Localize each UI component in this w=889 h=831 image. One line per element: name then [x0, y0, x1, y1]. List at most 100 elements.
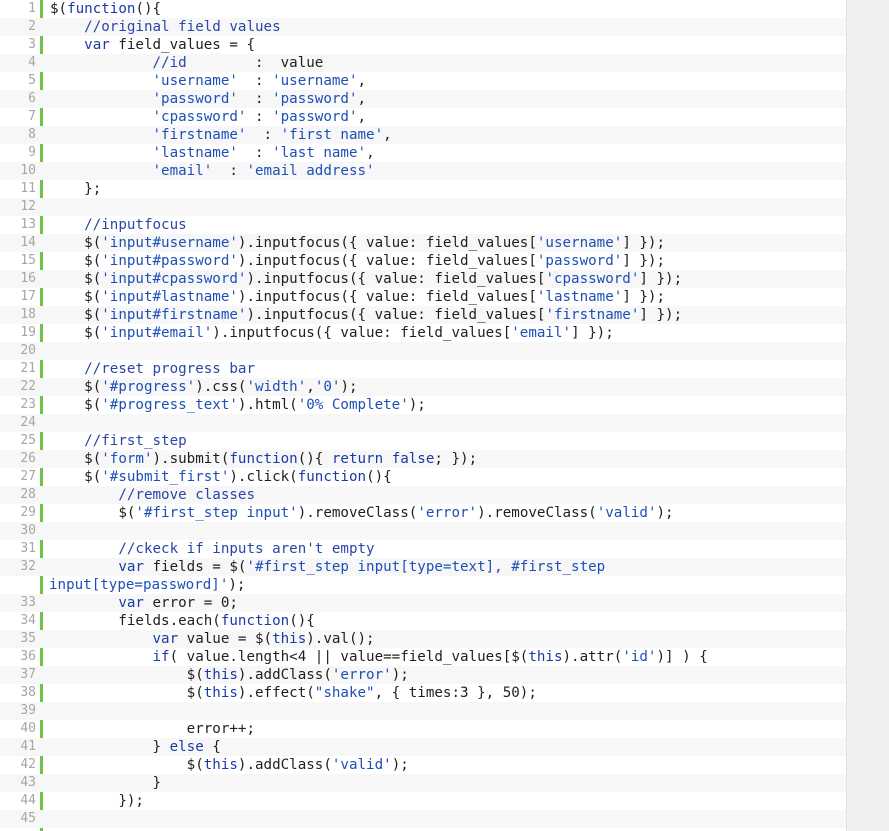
code-line[interactable]: 28 //remove classes — [0, 486, 846, 504]
code-line[interactable]: input[type=password]'); — [0, 576, 846, 594]
code-token: $( — [50, 271, 102, 287]
code-text: var field_values = { — [50, 36, 846, 54]
string-token: 'firstname' — [152, 127, 247, 143]
code-line[interactable]: 10 'email' : 'email address' — [0, 162, 846, 180]
code-line[interactable]: 12 — [0, 198, 846, 216]
line-number: 42 — [20, 757, 36, 772]
code-text: $('#progress_text').html('0% Complete'); — [50, 396, 846, 414]
code-line[interactable]: 38 $(this).effect("shake", { times:3 }, … — [0, 684, 846, 702]
code-line[interactable]: 26 $('form').submit(function(){ return f… — [0, 450, 846, 468]
line-number: 4 — [28, 55, 36, 70]
code-token: field_values = { — [109, 37, 256, 53]
code-line[interactable]: 16 $('input#cpassword').inputfocus({ val… — [0, 270, 846, 288]
code-line[interactable]: 3 var field_values = { — [0, 36, 846, 54]
code-token: ); — [391, 757, 409, 773]
code-token: ).inputfocus({ value: field_values[ — [246, 307, 546, 323]
code-line[interactable]: 25 //first_step — [0, 432, 846, 450]
code-line[interactable]: 39 — [0, 702, 846, 720]
code-text: 'password' : 'password', — [50, 90, 846, 108]
code-line[interactable]: 37 $(this).addClass('error'); — [0, 666, 846, 684]
code-line[interactable]: 23 $('#progress_text').html('0% Complete… — [0, 396, 846, 414]
code-text: $(function(){ — [50, 0, 846, 18]
code-token: $( — [50, 1, 68, 17]
code-token: ).inputfocus({ value: field_values[ — [237, 235, 537, 251]
code-line[interactable]: 18 $('input#firstname').inputfocus({ val… — [0, 306, 846, 324]
string-token: 'input#cpassword' — [101, 271, 247, 287]
comment-token: //original field values — [84, 19, 281, 35]
code-line[interactable]: 45 — [0, 810, 846, 828]
line-number: 1 — [28, 1, 36, 16]
code-text: var fields = $('#first_step input[type=t… — [50, 558, 846, 576]
code-line[interactable]: 29 $('#first_step input').removeClass('e… — [0, 504, 846, 522]
code-token: $( — [50, 235, 102, 251]
string-token: 'username' — [272, 73, 358, 89]
string-token: '#first_step input[type=text], #first_st… — [246, 559, 606, 575]
string-token: input[type=password]' — [49, 577, 229, 593]
string-token: 'firstname' — [545, 307, 640, 323]
comment-token: //ckeck if inputs aren't empty — [118, 541, 375, 557]
string-token: '#submit_first' — [101, 469, 230, 485]
code-line[interactable]: 31 //ckeck if inputs aren't empty — [0, 540, 846, 558]
line-number: 25 — [20, 433, 36, 448]
code-line[interactable]: 27 $('#submit_first').click(function(){ — [0, 468, 846, 486]
code-line[interactable]: 5 'username' : 'username', — [0, 72, 846, 90]
code-line[interactable]: 20 — [0, 342, 846, 360]
string-token: 'valid' — [596, 505, 657, 521]
code-line[interactable]: 40 error++; — [0, 720, 846, 738]
string-token: 'password' — [536, 253, 623, 269]
code-line[interactable]: 15 $('input#password').inputfocus({ valu… — [0, 252, 846, 270]
code-line[interactable]: 24 — [0, 414, 846, 432]
code-editor[interactable]: 1 $(function(){2 //original field values 3… — [0, 0, 847, 831]
string-token: 'id' — [622, 649, 657, 665]
code-token: , — [306, 379, 315, 395]
code-line[interactable]: 44 }); — [0, 792, 846, 810]
code-text: input[type=password]'); — [49, 576, 846, 594]
line-number: 31 — [20, 541, 36, 556]
code-line[interactable]: 33 var error = 0; — [0, 594, 846, 612]
code-token: ; }); — [434, 451, 478, 467]
code-text: 'username' : 'username', — [50, 72, 846, 90]
code-line[interactable]: 1 $(function(){ — [0, 0, 846, 18]
string-token: 'last name' — [272, 145, 367, 161]
line-number: 5 — [28, 73, 36, 88]
string-token: 'cpassword' — [545, 271, 640, 287]
code-line[interactable]: 19 $('input#email').inputfocus({ value: … — [0, 324, 846, 342]
code-token: value = $( — [178, 631, 273, 647]
line-number: 32 — [20, 559, 36, 574]
code-text: }; — [50, 180, 846, 198]
code-line[interactable]: 6 'password' : 'password', — [0, 90, 846, 108]
code-token: (){ — [289, 613, 315, 629]
code-line[interactable]: 4 //id : value — [0, 54, 846, 72]
code-line[interactable]: 21 //reset progress bar — [0, 360, 846, 378]
code-line[interactable]: 17 $('input#lastname').inputfocus({ valu… — [0, 288, 846, 306]
code-line[interactable]: 13 //inputfocus — [0, 216, 846, 234]
code-text: error++; — [50, 720, 846, 738]
code-line[interactable]: 22 $('#progress').css('width','0'); — [0, 378, 846, 396]
code-line[interactable]: 9 'lastname' : 'last name', — [0, 144, 846, 162]
code-line[interactable]: 2 //original field values — [0, 18, 846, 36]
code-line[interactable]: 32 var fields = $('#first_step input[typ… — [0, 558, 846, 576]
code-line[interactable]: 34 fields.each(function(){ — [0, 612, 846, 630]
code-line[interactable]: 35 var value = $(this).val(); — [0, 630, 846, 648]
code-text: //first_step — [50, 432, 846, 450]
line-number: 6 — [28, 91, 36, 106]
code-line[interactable]: 7 'cpassword' : 'password', — [0, 108, 846, 126]
code-line[interactable]: 41 } else { — [0, 738, 846, 756]
code-line[interactable]: 36 if( value.length<4 || value==field_va… — [0, 648, 846, 666]
code-token: ] }); — [639, 307, 683, 323]
code-token: ).html( — [237, 397, 298, 413]
code-line[interactable]: 42 $(this).addClass('valid'); — [0, 756, 846, 774]
code-line[interactable]: 30 — [0, 522, 846, 540]
code-token: $( — [50, 379, 102, 395]
code-line[interactable]: 14 $('input#username').inputfocus({ valu… — [0, 234, 846, 252]
code-line[interactable]: 8 'firstname' : 'first name', — [0, 126, 846, 144]
code-token: : — [212, 163, 247, 179]
code-line[interactable]: 11 }; — [0, 180, 846, 198]
code-line[interactable]: 43 } — [0, 774, 846, 792]
